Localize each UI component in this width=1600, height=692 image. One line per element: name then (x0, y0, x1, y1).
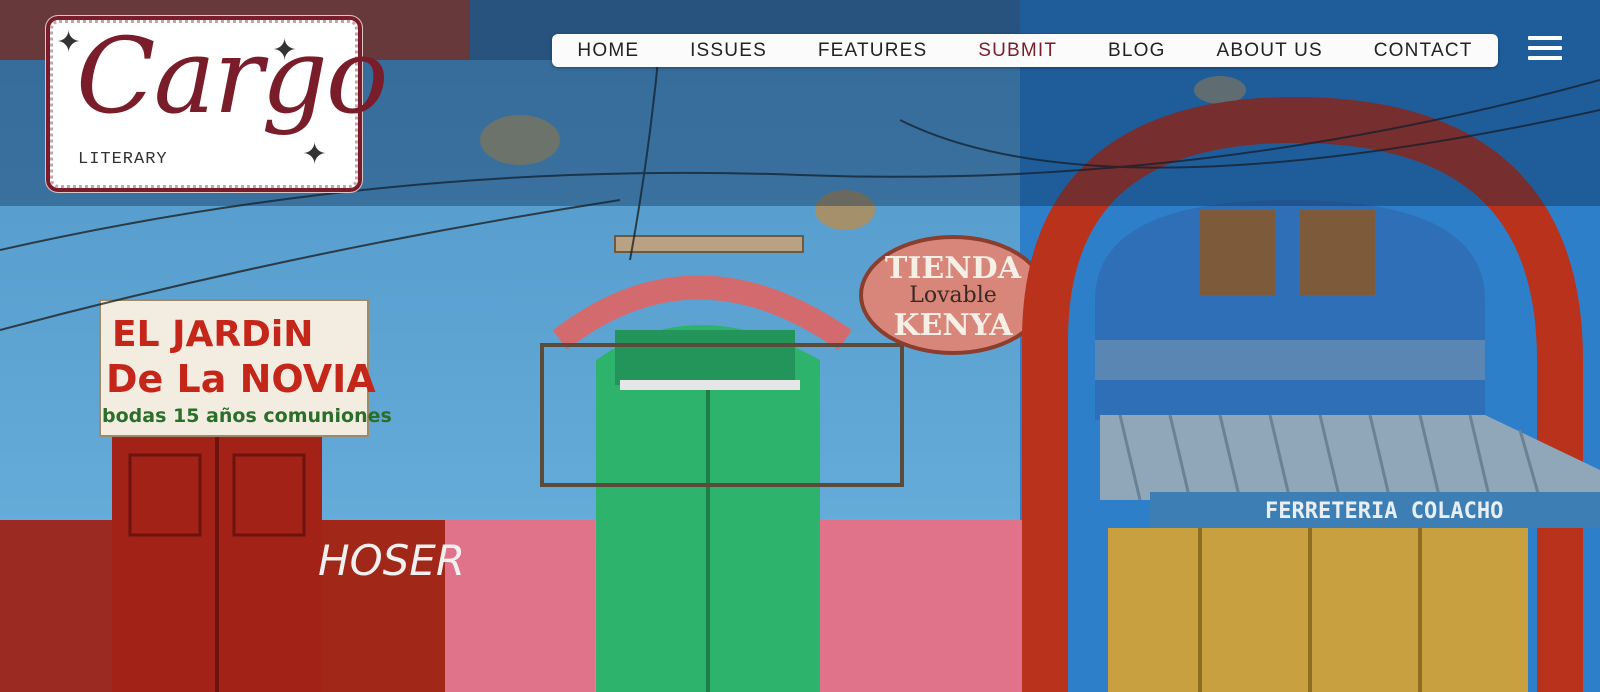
nav-about-us[interactable]: ABOUT US (1209, 36, 1331, 66)
graffiti-tag: HOSER (318, 536, 465, 585)
logo-subtitle: LITERARY (78, 150, 168, 169)
nav-blog[interactable]: BLOG (1100, 36, 1174, 66)
sign-tienda-line2: Lovable (909, 283, 997, 308)
sign-tienda-line1: TIENDA (885, 251, 1022, 286)
nav-home[interactable]: HOME (569, 36, 647, 66)
nav-issues[interactable]: ISSUES (682, 36, 775, 66)
logo-script-text: Cargo (76, 15, 388, 137)
sign-tienda-line3: KENYA (893, 308, 1013, 343)
nav-features[interactable]: FEATURES (810, 36, 936, 66)
hamburger-menu-icon[interactable] (1528, 36, 1562, 64)
hamburger-bar (1528, 36, 1562, 40)
hamburger-bar (1528, 46, 1562, 50)
main-nav: HOME ISSUES FEATURES SUBMIT BLOG ABOUT U… (552, 34, 1498, 67)
sign-jardin-line3: bodas 15 años comuniones (102, 405, 392, 427)
sign-jardin-line1: EL JARDiN (112, 314, 313, 355)
sign-tienda: TIENDA Lovable KENYA (859, 235, 1047, 355)
nav-contact[interactable]: CONTACT (1366, 36, 1481, 66)
sign-jardin-line2: De La NOVIA (106, 357, 376, 401)
sign-jardin: EL JARDiN De La NOVIA bodas 15 años comu… (99, 299, 392, 437)
nav-submit[interactable]: SUBMIT (970, 36, 1065, 66)
hamburger-bar (1528, 56, 1562, 60)
logo[interactable]: ✦ ✦ ✦ Cargo LITERARY (46, 16, 388, 192)
sparkle-icon: ✦ (302, 138, 328, 171)
sign-ferreteria: FERRETERIA COLACHO (1265, 499, 1503, 524)
